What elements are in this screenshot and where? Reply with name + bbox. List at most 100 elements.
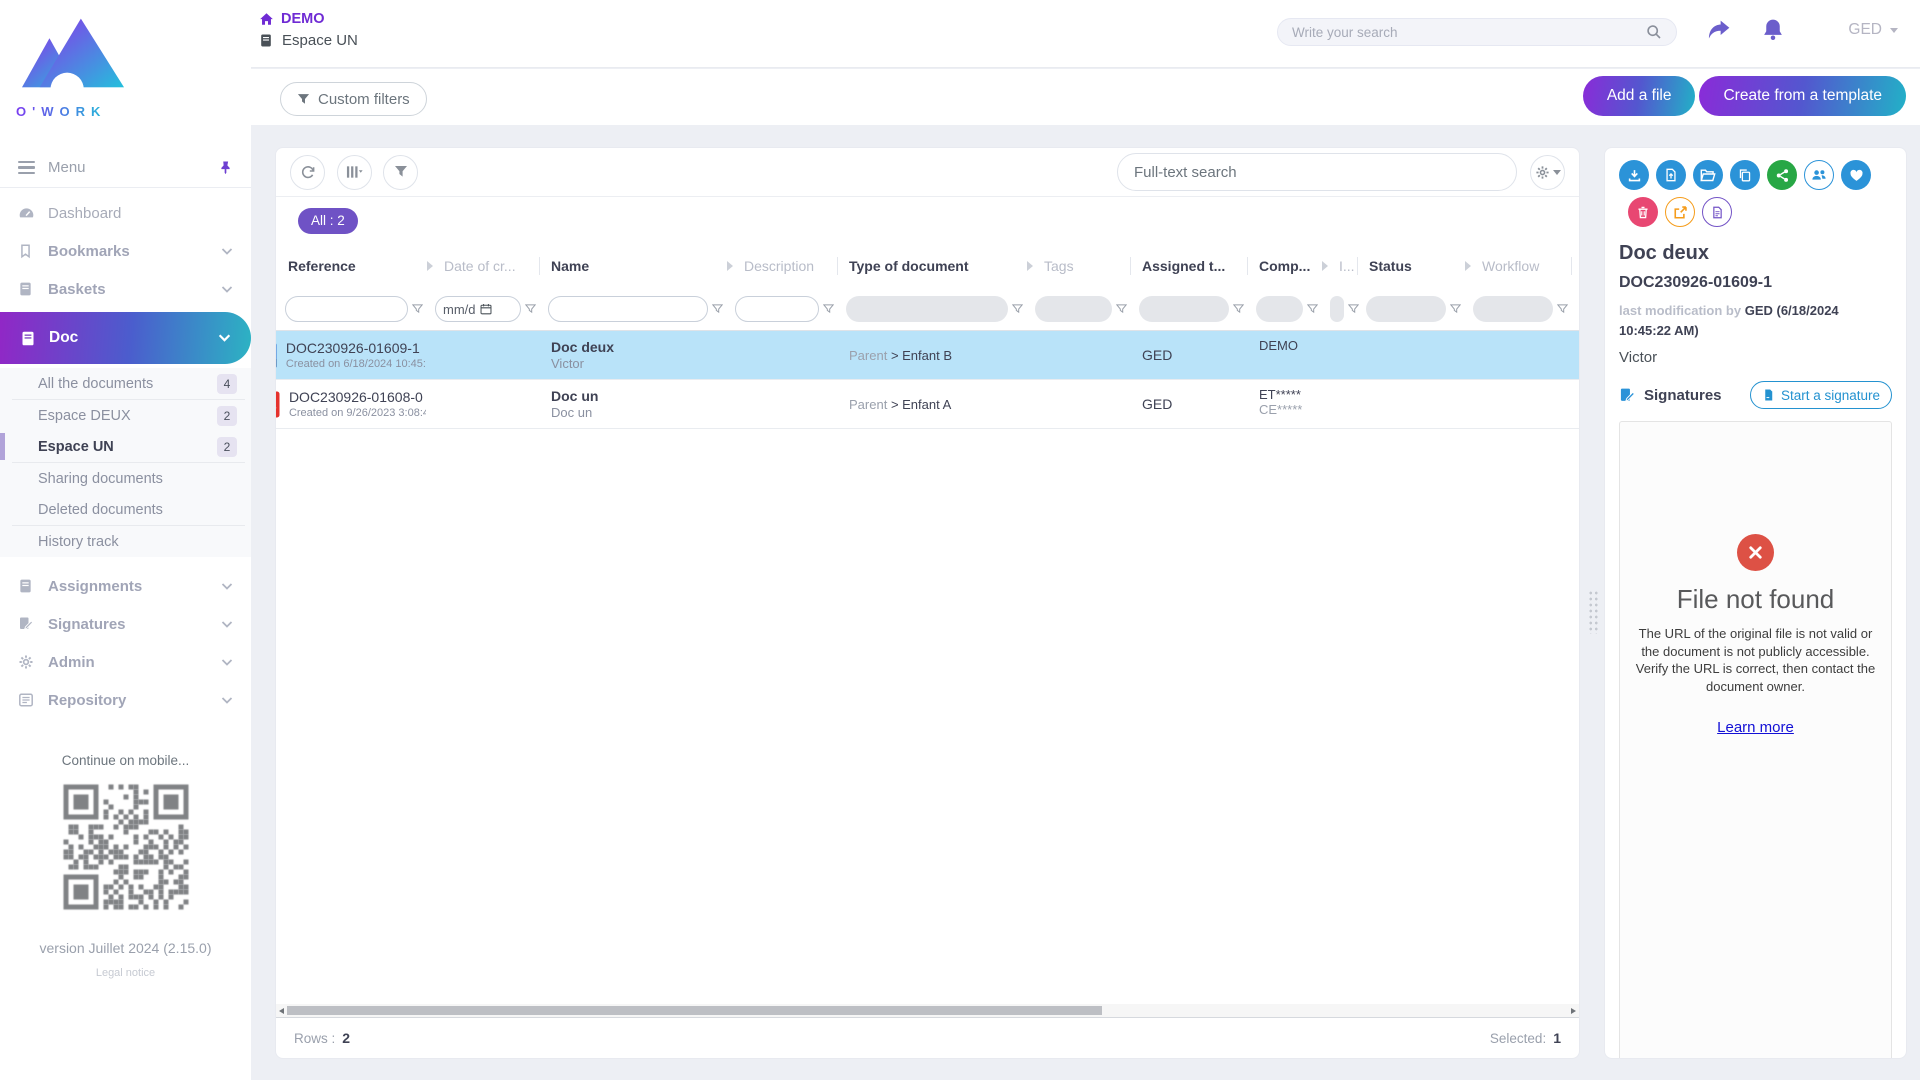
assignments-icon	[18, 578, 35, 594]
owork-logo-text: O'WORK	[16, 104, 106, 119]
doc-reference: DOC230926-01609-1	[286, 340, 426, 356]
open-folder-button[interactable]	[1693, 160, 1723, 190]
column-header-company[interactable]: Comp...	[1247, 244, 1321, 288]
table-row[interactable]: w DOC230926-01609-1 Created on 6/18/2024…	[276, 331, 1580, 380]
funnel-icon[interactable]	[1307, 304, 1318, 315]
menu-toggle[interactable]: Menu	[0, 148, 251, 188]
funnel-icon[interactable]	[412, 304, 423, 315]
sidebar-item-repository[interactable]: Repository	[0, 681, 251, 719]
column-header-tags[interactable]: Tags	[1026, 244, 1130, 288]
pin-sidebar-icon[interactable]	[218, 160, 233, 176]
column-header-type[interactable]: Type of document	[837, 244, 1026, 288]
sidebar-item-deleted-documents[interactable]: Deleted documents	[0, 494, 251, 525]
column-header-date[interactable]: Date of cr...	[426, 244, 539, 288]
filter-button[interactable]	[383, 155, 418, 190]
breadcrumb-home[interactable]: DEMO	[259, 11, 358, 27]
version-text: version Juillet 2024 (2.15.0)	[0, 940, 251, 956]
legal-notice-link[interactable]: Legal notice	[0, 967, 251, 979]
panel-resize-handle[interactable]	[1588, 590, 1599, 634]
share-button[interactable]	[1767, 160, 1797, 190]
sidebar-item-admin[interactable]: Admin	[0, 643, 251, 681]
filter-type-select[interactable]	[846, 296, 1008, 322]
horizontal-scrollbar-thumb[interactable]	[287, 1006, 1102, 1015]
sidebar-item-all-documents[interactable]: All the documents 4	[0, 368, 251, 399]
count-badge: 4	[217, 374, 237, 394]
add-file-button[interactable]: Add a file	[1583, 76, 1696, 116]
column-header-description[interactable]: Description	[726, 244, 837, 288]
sidebar-item-baskets[interactable]: Baskets	[0, 270, 251, 308]
funnel-icon[interactable]	[823, 304, 834, 315]
delete-trash-button[interactable]	[1628, 197, 1658, 227]
all-filter-badge[interactable]: All : 2	[298, 208, 358, 234]
filter-name-input[interactable]	[548, 296, 708, 322]
sidebar-item-signatures[interactable]: Signatures	[0, 605, 251, 643]
actionbar: Custom filters Add a file Create from a …	[251, 69, 1920, 125]
users-button[interactable]	[1804, 160, 1834, 190]
create-from-template-button[interactable]: Create from a template	[1699, 76, 1906, 116]
funnel-icon[interactable]	[1233, 304, 1244, 315]
doc-name-sub: Victor	[551, 356, 726, 371]
fulltext-search-input[interactable]	[1134, 164, 1500, 181]
table-row[interactable]: DOC230926-01608-0 Created on 9/26/2023 3…	[276, 380, 1580, 429]
filter-assigned-select[interactable]	[1139, 296, 1229, 322]
start-signature-button[interactable]: Start a signature	[1750, 381, 1892, 409]
columns-button[interactable]	[337, 155, 372, 190]
filter-status-select[interactable]	[1366, 296, 1446, 322]
sidebar-item-bookmarks[interactable]: Bookmarks	[0, 232, 251, 270]
sidebar-item-espace-un[interactable]: Espace UN 2	[0, 431, 251, 462]
doc-clipped-cell: I	[1571, 331, 1580, 379]
download-button[interactable]	[1619, 160, 1649, 190]
share-button[interactable]	[1706, 17, 1732, 41]
horizontal-scrollbar[interactable]	[276, 1004, 1579, 1018]
funnel-icon[interactable]	[1012, 304, 1023, 315]
filter-reference-input[interactable]	[285, 296, 408, 322]
column-header-name[interactable]: Name	[539, 244, 726, 288]
favorite-heart-button[interactable]	[1841, 160, 1871, 190]
owork-logo-icon	[20, 14, 128, 96]
sidebar-item-espace-deux[interactable]: Espace DEUX 2	[0, 400, 251, 431]
funnel-icon[interactable]	[1557, 304, 1568, 315]
document-preview-button[interactable]	[1702, 197, 1732, 227]
error-x-icon	[1737, 534, 1774, 571]
list-icon	[18, 692, 35, 708]
sidebar-item-sharing-documents[interactable]: Sharing documents	[0, 463, 251, 494]
learn-more-link[interactable]: Learn more	[1717, 719, 1794, 736]
sidebar-item-dashboard[interactable]: Dashboard	[0, 194, 251, 232]
column-header-i[interactable]: I...	[1321, 244, 1357, 288]
sidebar-item-doc[interactable]: Doc	[0, 312, 251, 364]
user-menu[interactable]: GED	[1848, 21, 1898, 39]
user-menu-label: GED	[1848, 21, 1882, 39]
column-header-y[interactable]: Y	[1571, 244, 1580, 288]
table-settings-button[interactable]	[1530, 155, 1565, 190]
funnel-icon[interactable]	[712, 304, 723, 315]
book-icon	[259, 33, 273, 48]
funnel-icon[interactable]	[1450, 304, 1461, 315]
filter-workflow-select[interactable]	[1473, 296, 1553, 322]
refresh-button[interactable]	[290, 155, 325, 190]
filter-tags-select[interactable]	[1035, 296, 1112, 322]
global-search-input[interactable]	[1292, 25, 1646, 40]
column-header-assigned[interactable]: Assigned t...	[1130, 244, 1247, 288]
notifications-bell-button[interactable]	[1761, 17, 1785, 42]
upload-file-button[interactable]	[1656, 160, 1686, 190]
search-icon[interactable]	[1646, 24, 1662, 40]
sidebar-item-assignments[interactable]: Assignments	[0, 567, 251, 605]
custom-filters-button[interactable]: Custom filters	[280, 82, 427, 116]
scroll-left-arrow[interactable]	[279, 1008, 284, 1014]
copy-button[interactable]	[1730, 160, 1760, 190]
filter-company-select[interactable]	[1256, 296, 1303, 322]
filter-date-input[interactable]: mm/d	[435, 296, 521, 322]
filter-description-input[interactable]	[735, 296, 819, 322]
topbar: DEMO Espace UN GED	[251, 0, 1920, 68]
column-header-workflow[interactable]: Workflow	[1464, 244, 1571, 288]
column-header-reference[interactable]: Reference	[276, 244, 426, 288]
scroll-right-arrow[interactable]	[1571, 1008, 1576, 1014]
funnel-icon[interactable]	[1116, 304, 1127, 315]
sub-item-label: Sharing documents	[38, 471, 163, 487]
edit-open-button[interactable]	[1665, 197, 1695, 227]
caret-down-icon	[1553, 170, 1561, 175]
funnel-icon[interactable]	[525, 304, 536, 315]
filter-i-select[interactable]	[1330, 296, 1344, 322]
sidebar-item-history-track[interactable]: History track	[0, 526, 251, 557]
column-header-status[interactable]: Status	[1357, 244, 1464, 288]
